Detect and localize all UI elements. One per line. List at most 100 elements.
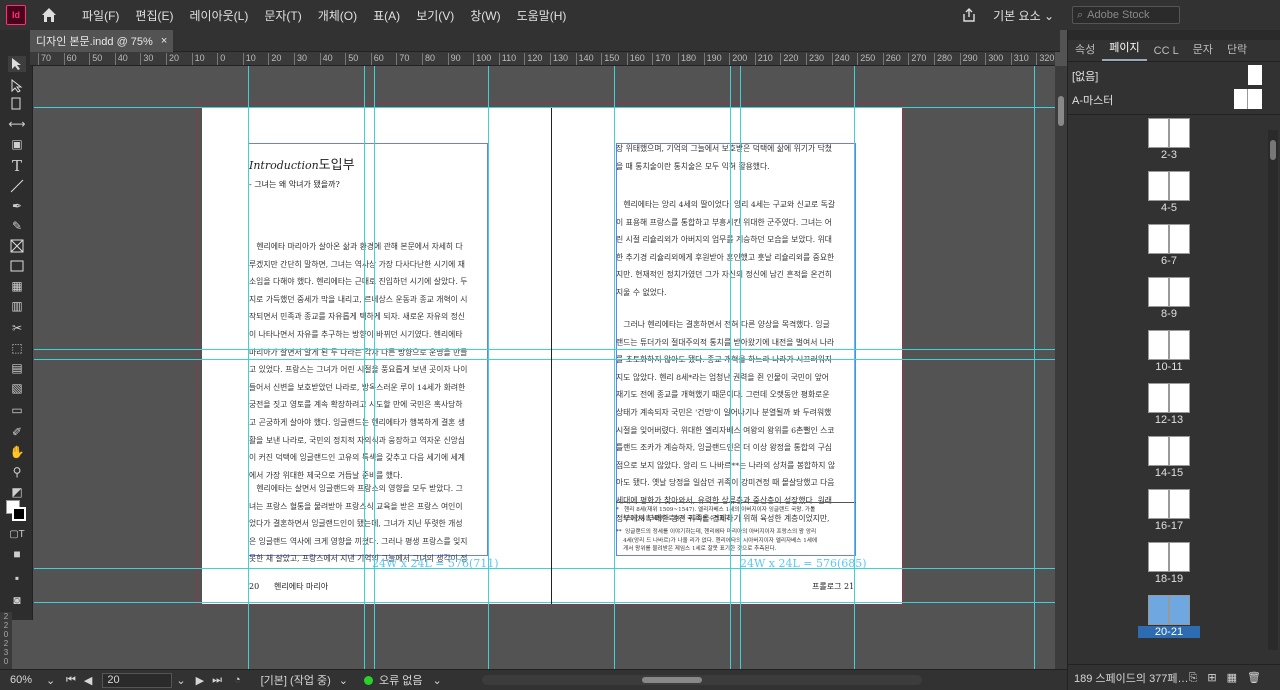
zoom-dropdown-icon[interactable]: ⌄ <box>46 674 56 687</box>
master-a[interactable]: A-마스터 <box>1072 89 1277 111</box>
apply-color-icon[interactable]: ■ <box>8 546 26 562</box>
share-icon[interactable] <box>959 5 979 25</box>
menu-edit[interactable]: 편집(E) <box>127 7 181 24</box>
spread-thumbnail[interactable]: 16-17 <box>1148 489 1190 533</box>
formatting-container-icon[interactable]: ▢T <box>8 526 26 542</box>
guide[interactable] <box>34 602 1055 603</box>
selection-tool-icon[interactable] <box>8 56 26 72</box>
tab-character[interactable]: 문자 <box>1186 41 1220 61</box>
tab-pages[interactable]: 페이지 <box>1102 39 1147 61</box>
horizontal-grid-tool-icon[interactable]: ▦ <box>8 278 26 294</box>
page-tool-icon[interactable] <box>8 96 26 112</box>
guide[interactable] <box>488 66 489 669</box>
gap-tool-icon[interactable]: ⟷ <box>8 116 26 132</box>
menu-window[interactable]: 창(W) <box>462 7 508 24</box>
scissors-tool-icon[interactable]: ✂ <box>8 320 26 336</box>
first-page-icon[interactable]: ⏮ <box>66 674 76 687</box>
vertical-scrollbar[interactable] <box>1055 66 1067 669</box>
close-tab-icon[interactable]: × <box>161 35 167 47</box>
guide[interactable] <box>740 66 741 669</box>
adobe-stock-search[interactable]: ⌕ Adobe Stock <box>1072 6 1180 24</box>
spread-thumbnail[interactable]: 8-9 <box>1148 277 1190 321</box>
page-count: 189 스페이드의 377페… <box>1074 672 1189 685</box>
free-transform-tool-icon[interactable]: ⬚ <box>8 340 26 356</box>
pages-scroll-thumb[interactable] <box>1270 140 1276 160</box>
guide[interactable] <box>364 66 365 669</box>
preflight-menu-icon[interactable]: ⌄ <box>433 674 442 687</box>
tab-properties[interactable]: 속성 <box>1068 41 1102 61</box>
eyedropper-tool-icon[interactable]: ✐ <box>8 424 26 440</box>
horizontal-ruler[interactable]: 70 60 50 40 30 20 10 0 10 20 30 40 50 60 70 80 90 100 110 1… <box>30 52 1055 66</box>
page-thumb-right <box>1169 330 1190 360</box>
type-tool-icon[interactable]: T <box>8 157 26 175</box>
content-collector-icon[interactable]: ▣ <box>8 136 26 152</box>
spread-thumbnail[interactable]: 20-21 <box>1138 595 1200 639</box>
guide[interactable] <box>34 107 1055 108</box>
menu-table[interactable]: 표(A) <box>365 7 408 24</box>
spread-thumbnail[interactable]: 4-5 <box>1148 171 1190 215</box>
guide[interactable] <box>248 66 249 669</box>
spread-thumbnail[interactable]: 2-3 <box>1148 118 1190 162</box>
prev-page-icon[interactable]: ◀ <box>84 674 92 687</box>
spread-thumbnail[interactable]: 10-11 <box>1148 330 1190 374</box>
page-number-field[interactable]: 20 <box>102 672 173 688</box>
gradient-feather-tool-icon[interactable]: ▧ <box>8 380 26 396</box>
spread-thumbnail[interactable]: 6-7 <box>1148 224 1190 268</box>
last-page-icon[interactable]: ⏭ <box>212 674 222 687</box>
master-none[interactable]: [없음] <box>1072 65 1277 87</box>
spread-thumbnail[interactable]: 14-15 <box>1148 436 1190 480</box>
spread-thumbnail[interactable]: 12-13 <box>1148 383 1190 427</box>
master-none-thumb <box>1248 65 1262 85</box>
menu-help[interactable]: 도움말(H) <box>509 7 575 24</box>
spread-thumbnail[interactable]: 18-19 <box>1148 542 1190 586</box>
preflight-profile[interactable]: [기본] (작업 중) <box>261 672 331 688</box>
guide[interactable] <box>34 359 1055 360</box>
scroll-thumb[interactable] <box>1058 96 1064 126</box>
rectangle-tool-icon[interactable] <box>8 258 26 274</box>
next-page-icon[interactable]: ▶ <box>196 674 204 687</box>
guide[interactable] <box>1034 66 1035 669</box>
guide[interactable] <box>854 66 855 669</box>
page-21[interactable]: 장 위태했으며, 기억의 그늘에서 보호받은 덕택에 삶에 위기가 닥쳤 을 때… <box>552 108 902 604</box>
page-dropdown-icon[interactable]: ⌄ <box>176 674 185 687</box>
ruler-tick: 240 <box>831 53 850 65</box>
menu-file[interactable]: 파일(F) <box>74 7 127 24</box>
tab-cc-libraries[interactable]: CC L <box>1147 45 1186 61</box>
zoom-tool-icon[interactable]: ⚲ <box>8 464 26 480</box>
guide[interactable] <box>34 568 1055 569</box>
vertical-grid-tool-icon[interactable]: ▥ <box>8 298 26 314</box>
zoom-level[interactable]: 60% <box>10 674 46 686</box>
page-20[interactable]: Introduction도입부 - 그녀는 왜 악녀가 됐을까? 헨리에타 마리… <box>202 108 552 604</box>
h-scroll-thumb[interactable] <box>641 677 702 683</box>
view-mode-icon[interactable]: ◙ <box>8 592 26 608</box>
horizontal-scrollbar[interactable] <box>481 675 922 685</box>
home-icon[interactable] <box>40 6 58 24</box>
stroke-swatch[interactable] <box>12 507 26 521</box>
note-tool-icon[interactable]: ▭ <box>8 402 26 418</box>
default-colors-icon[interactable]: ◩ <box>8 484 26 500</box>
menu-view[interactable]: 보기(V) <box>408 7 462 24</box>
pages-scrollbar[interactable] <box>1268 130 1278 650</box>
direct-selection-tool-icon[interactable] <box>8 78 26 94</box>
pasteboard[interactable]: Introduction도입부 - 그녀는 왜 악녀가 됐을까? 헨리에타 마리… <box>34 66 1055 669</box>
guide[interactable] <box>34 349 1055 350</box>
guide[interactable] <box>614 66 615 669</box>
workspace-switcher[interactable]: 기본 요소 ⌄ <box>993 7 1054 24</box>
tab-paragraph[interactable]: 단락 <box>1220 41 1254 61</box>
open-page-icon[interactable]: ◔ <box>234 674 241 686</box>
gradient-swatch-tool-icon[interactable]: ▤ <box>8 360 26 376</box>
menu-type[interactable]: 문자(T) <box>256 7 309 24</box>
guide[interactable] <box>374 66 375 669</box>
rectangle-frame-tool-icon[interactable] <box>8 238 26 254</box>
screen-mode-icon[interactable]: ▪ <box>8 570 26 586</box>
pen-tool-icon[interactable]: ✒ <box>8 198 26 214</box>
menu-layout[interactable]: 레이아웃(L) <box>181 7 256 24</box>
hand-tool-icon[interactable]: ✋ <box>8 444 26 460</box>
document-tab[interactable]: 디자인 본문.indd @ 75% × <box>30 30 174 52</box>
menu-object[interactable]: 개체(O) <box>310 7 365 24</box>
line-tool-icon[interactable] <box>8 178 26 194</box>
pencil-tool-icon[interactable]: ✎ <box>8 218 26 234</box>
panel-footer-icons[interactable]: ⎘⊞▦🗑 <box>1189 671 1271 685</box>
guide[interactable] <box>730 66 731 669</box>
profile-dropdown-icon[interactable]: ⌄ <box>339 674 348 687</box>
